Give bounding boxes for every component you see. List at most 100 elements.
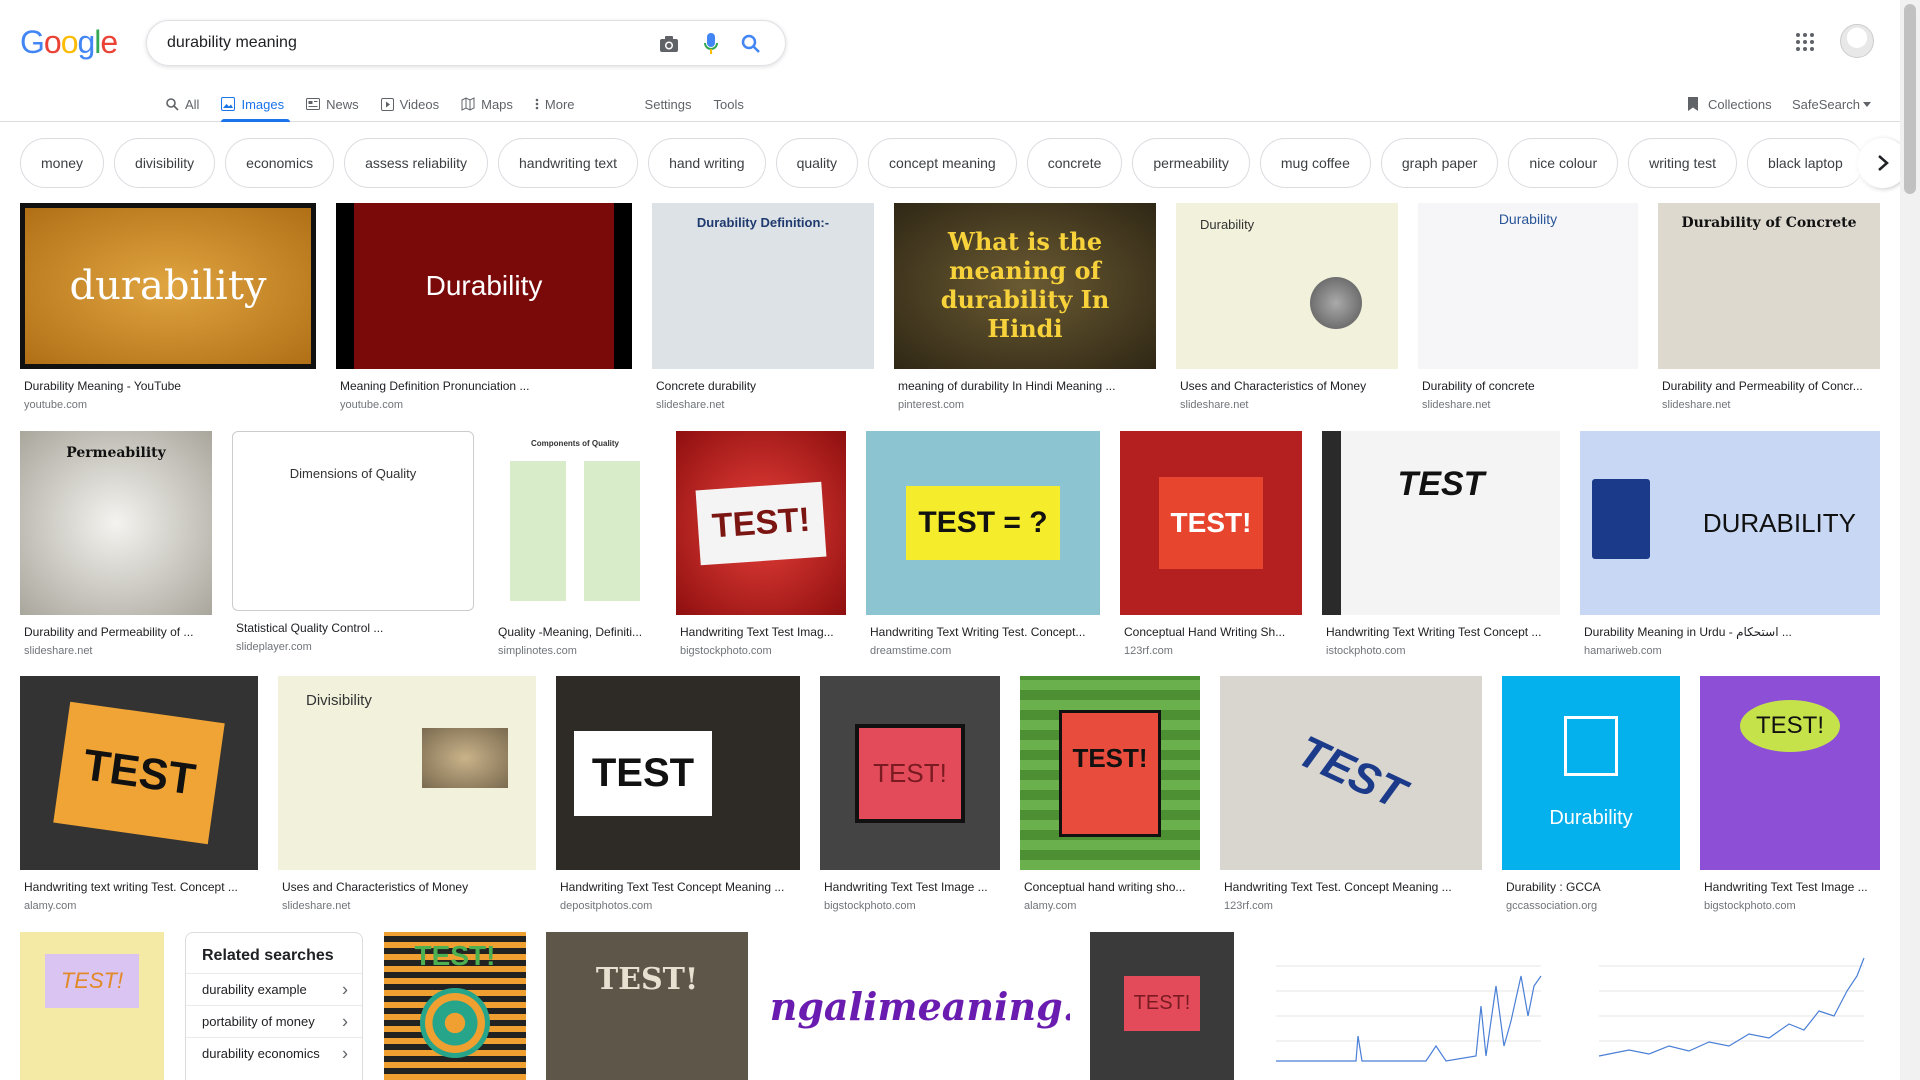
- result-source: depositphotos.com: [560, 900, 653, 912]
- search-input[interactable]: durability meaning: [167, 34, 297, 52]
- image-result[interactable]: [1578, 932, 1880, 1080]
- chip-label: mug coffee: [1280, 155, 1350, 171]
- image-result[interactable]: TEST! Conceptual hand writing sho... ala…: [1020, 676, 1200, 912]
- chip-money[interactable]: money: [20, 138, 105, 188]
- result-thumbnail: TEST: [1220, 676, 1482, 870]
- search-box[interactable]: durability meaning: [146, 20, 786, 66]
- image-result[interactable]: Bengalimeaning.com: [768, 932, 1070, 1080]
- chip-assess-reliability[interactable]: assess reliability: [344, 138, 489, 188]
- image-result[interactable]: [1254, 932, 1558, 1080]
- thumbnail-text: Durability of Concrete: [1681, 215, 1857, 231]
- result-title: Handwriting Text Test Image ...: [824, 880, 988, 894]
- related-search-item[interactable]: durability example: [186, 973, 362, 1005]
- scrollbar-thumb[interactable]: [1904, 4, 1916, 194]
- chip-handwriting-text[interactable]: handwriting text: [498, 138, 639, 188]
- account-avatar[interactable]: [1840, 24, 1874, 58]
- safesearch-dropdown[interactable]: SafeSearch: [1792, 86, 1871, 122]
- tab-maps[interactable]: Maps: [461, 86, 523, 122]
- microphone-icon[interactable]: [699, 32, 723, 56]
- image-result[interactable]: Durability Durability : GCCA gccassociat…: [1502, 676, 1680, 912]
- collections-button[interactable]: Collections: [1686, 86, 1772, 122]
- chip-nice-colour[interactable]: nice colour: [1508, 138, 1619, 188]
- image-result[interactable]: Components of Quality Quality -Meaning, …: [494, 431, 656, 657]
- result-title: Handwriting Text Writing Test Concept ..…: [1326, 625, 1542, 639]
- image-result[interactable]: TEST!: [546, 932, 748, 1080]
- apps-grid-icon[interactable]: [1795, 32, 1819, 56]
- chip-concrete[interactable]: concrete: [1026, 138, 1123, 188]
- image-result[interactable]: TEST Handwriting Text Writing Test Conce…: [1322, 431, 1560, 657]
- result-thumbnail: Durability Definition:-: [652, 203, 874, 369]
- page-scrollbar[interactable]: [1900, 0, 1920, 1080]
- chip-label: handwriting text: [519, 155, 618, 171]
- related-search-item[interactable]: portability of money: [186, 1005, 362, 1037]
- search-icon[interactable]: [739, 32, 763, 56]
- tab-tools[interactable]: Tools: [714, 86, 754, 122]
- image-result[interactable]: Durability Durability of concrete slides…: [1418, 203, 1638, 411]
- image-result[interactable]: TEST! Handwriting Text Test Imag... bigs…: [676, 431, 846, 657]
- image-result[interactable]: Durability Definition:- Concrete durabil…: [652, 203, 874, 411]
- tab-images[interactable]: Images: [221, 86, 294, 122]
- image-result[interactable]: durability Durability Meaning - YouTube …: [20, 203, 316, 411]
- chip-hand-writing[interactable]: hand writing: [648, 138, 766, 188]
- image-result[interactable]: TEST!: [1090, 932, 1234, 1080]
- image-result[interactable]: DURABILITY Durability Meaning in Urdu - …: [1580, 431, 1880, 657]
- image-result[interactable]: Permeability Durability and Permeability…: [20, 431, 212, 657]
- image-result[interactable]: Dimensions of Quality Statistical Qualit…: [232, 431, 474, 653]
- chip-permeability[interactable]: permeability: [1132, 138, 1250, 188]
- result-thumbnail: Durability: [1176, 203, 1398, 369]
- result-title: Durability : GCCA: [1506, 880, 1601, 894]
- more-vertical-icon: [535, 98, 539, 110]
- image-result[interactable]: TEST = ? Handwriting Text Writing Test. …: [866, 431, 1100, 657]
- image-result[interactable]: What is the meaning of durability In Hin…: [894, 203, 1156, 411]
- image-result[interactable]: Durability Uses and Characteristics of M…: [1176, 203, 1398, 411]
- chip-economics[interactable]: economics: [225, 138, 335, 188]
- image-result[interactable]: TEST! Conceptual Hand Writing Sh... 123r…: [1120, 431, 1302, 657]
- tab-settings[interactable]: Settings: [645, 86, 702, 122]
- result-thumbnail: TEST!: [1020, 676, 1200, 870]
- line-graph-image: [1276, 965, 1542, 1062]
- chip-graph-paper[interactable]: graph paper: [1380, 138, 1499, 188]
- tab-more[interactable]: More: [535, 86, 585, 122]
- image-result[interactable]: TEST Handwriting text writing Test. Conc…: [20, 676, 258, 912]
- result-source: slideshare.net: [1180, 399, 1249, 411]
- chip-mug-coffee[interactable]: mug coffee: [1259, 138, 1371, 188]
- thumbnail-text: TEST!: [44, 954, 140, 1008]
- image-result[interactable]: TEST!: [20, 932, 164, 1080]
- image-result[interactable]: Durability Meaning Definition Pronunciat…: [336, 203, 632, 411]
- tab-label: Maps: [481, 96, 513, 112]
- thumbnail-text: durability: [25, 208, 311, 364]
- tab-news[interactable]: News: [306, 86, 369, 122]
- image-result[interactable]: TEST! Handwriting Text Test Image ... bi…: [1700, 676, 1880, 912]
- image-result[interactable]: Divisibility Uses and Characteristics of…: [278, 676, 536, 912]
- result-source: slideshare.net: [1422, 399, 1491, 411]
- chip-divisibility[interactable]: divisibility: [114, 138, 216, 188]
- thumbnail-text: Dimensions of Quality: [289, 466, 417, 481]
- chip-concept-meaning[interactable]: concept meaning: [868, 138, 1017, 188]
- thumbnail-text: Durability: [1498, 211, 1558, 227]
- image-result[interactable]: TEST Handwriting Text Test Concept Meani…: [556, 676, 800, 912]
- result-thumbnail: TEST!: [676, 431, 846, 615]
- thumbnail-text: Durability: [1200, 217, 1255, 232]
- chip-writing-test[interactable]: writing test: [1628, 138, 1738, 188]
- thumbnail-text: Permeability: [66, 445, 166, 461]
- chip-black-laptop[interactable]: black laptop: [1747, 138, 1864, 188]
- calendar-icon: [1564, 716, 1618, 776]
- camera-icon[interactable]: [657, 32, 681, 56]
- image-result[interactable]: TEST!: [384, 932, 526, 1080]
- tab-all[interactable]: All: [166, 86, 209, 122]
- tab-videos[interactable]: Videos: [380, 86, 450, 122]
- result-thumbnail: TEST = ?: [866, 431, 1100, 615]
- result-thumbnail: Durability of Concrete: [1658, 203, 1880, 369]
- image-result[interactable]: TEST Handwriting Text Test. Concept Mean…: [1220, 676, 1482, 912]
- chip-quality[interactable]: quality: [775, 138, 859, 188]
- image-result[interactable]: TEST! Handwriting Text Test Image ... bi…: [820, 676, 1000, 912]
- result-thumbnail: DURABILITY: [1580, 431, 1880, 615]
- google-logo[interactable]: Google: [20, 24, 118, 61]
- related-chips: money divisibility economics assess reli…: [20, 138, 1880, 188]
- related-search-item[interactable]: durability economics: [186, 1037, 362, 1069]
- result-thumbnail: Durability: [1418, 203, 1638, 369]
- thumbnail-text: TEST: [1289, 726, 1413, 819]
- image-result[interactable]: Durability of Concrete Durability and Pe…: [1658, 203, 1880, 411]
- thumbnail-text: Durability: [425, 270, 543, 301]
- result-thumbnail: durability: [20, 203, 316, 369]
